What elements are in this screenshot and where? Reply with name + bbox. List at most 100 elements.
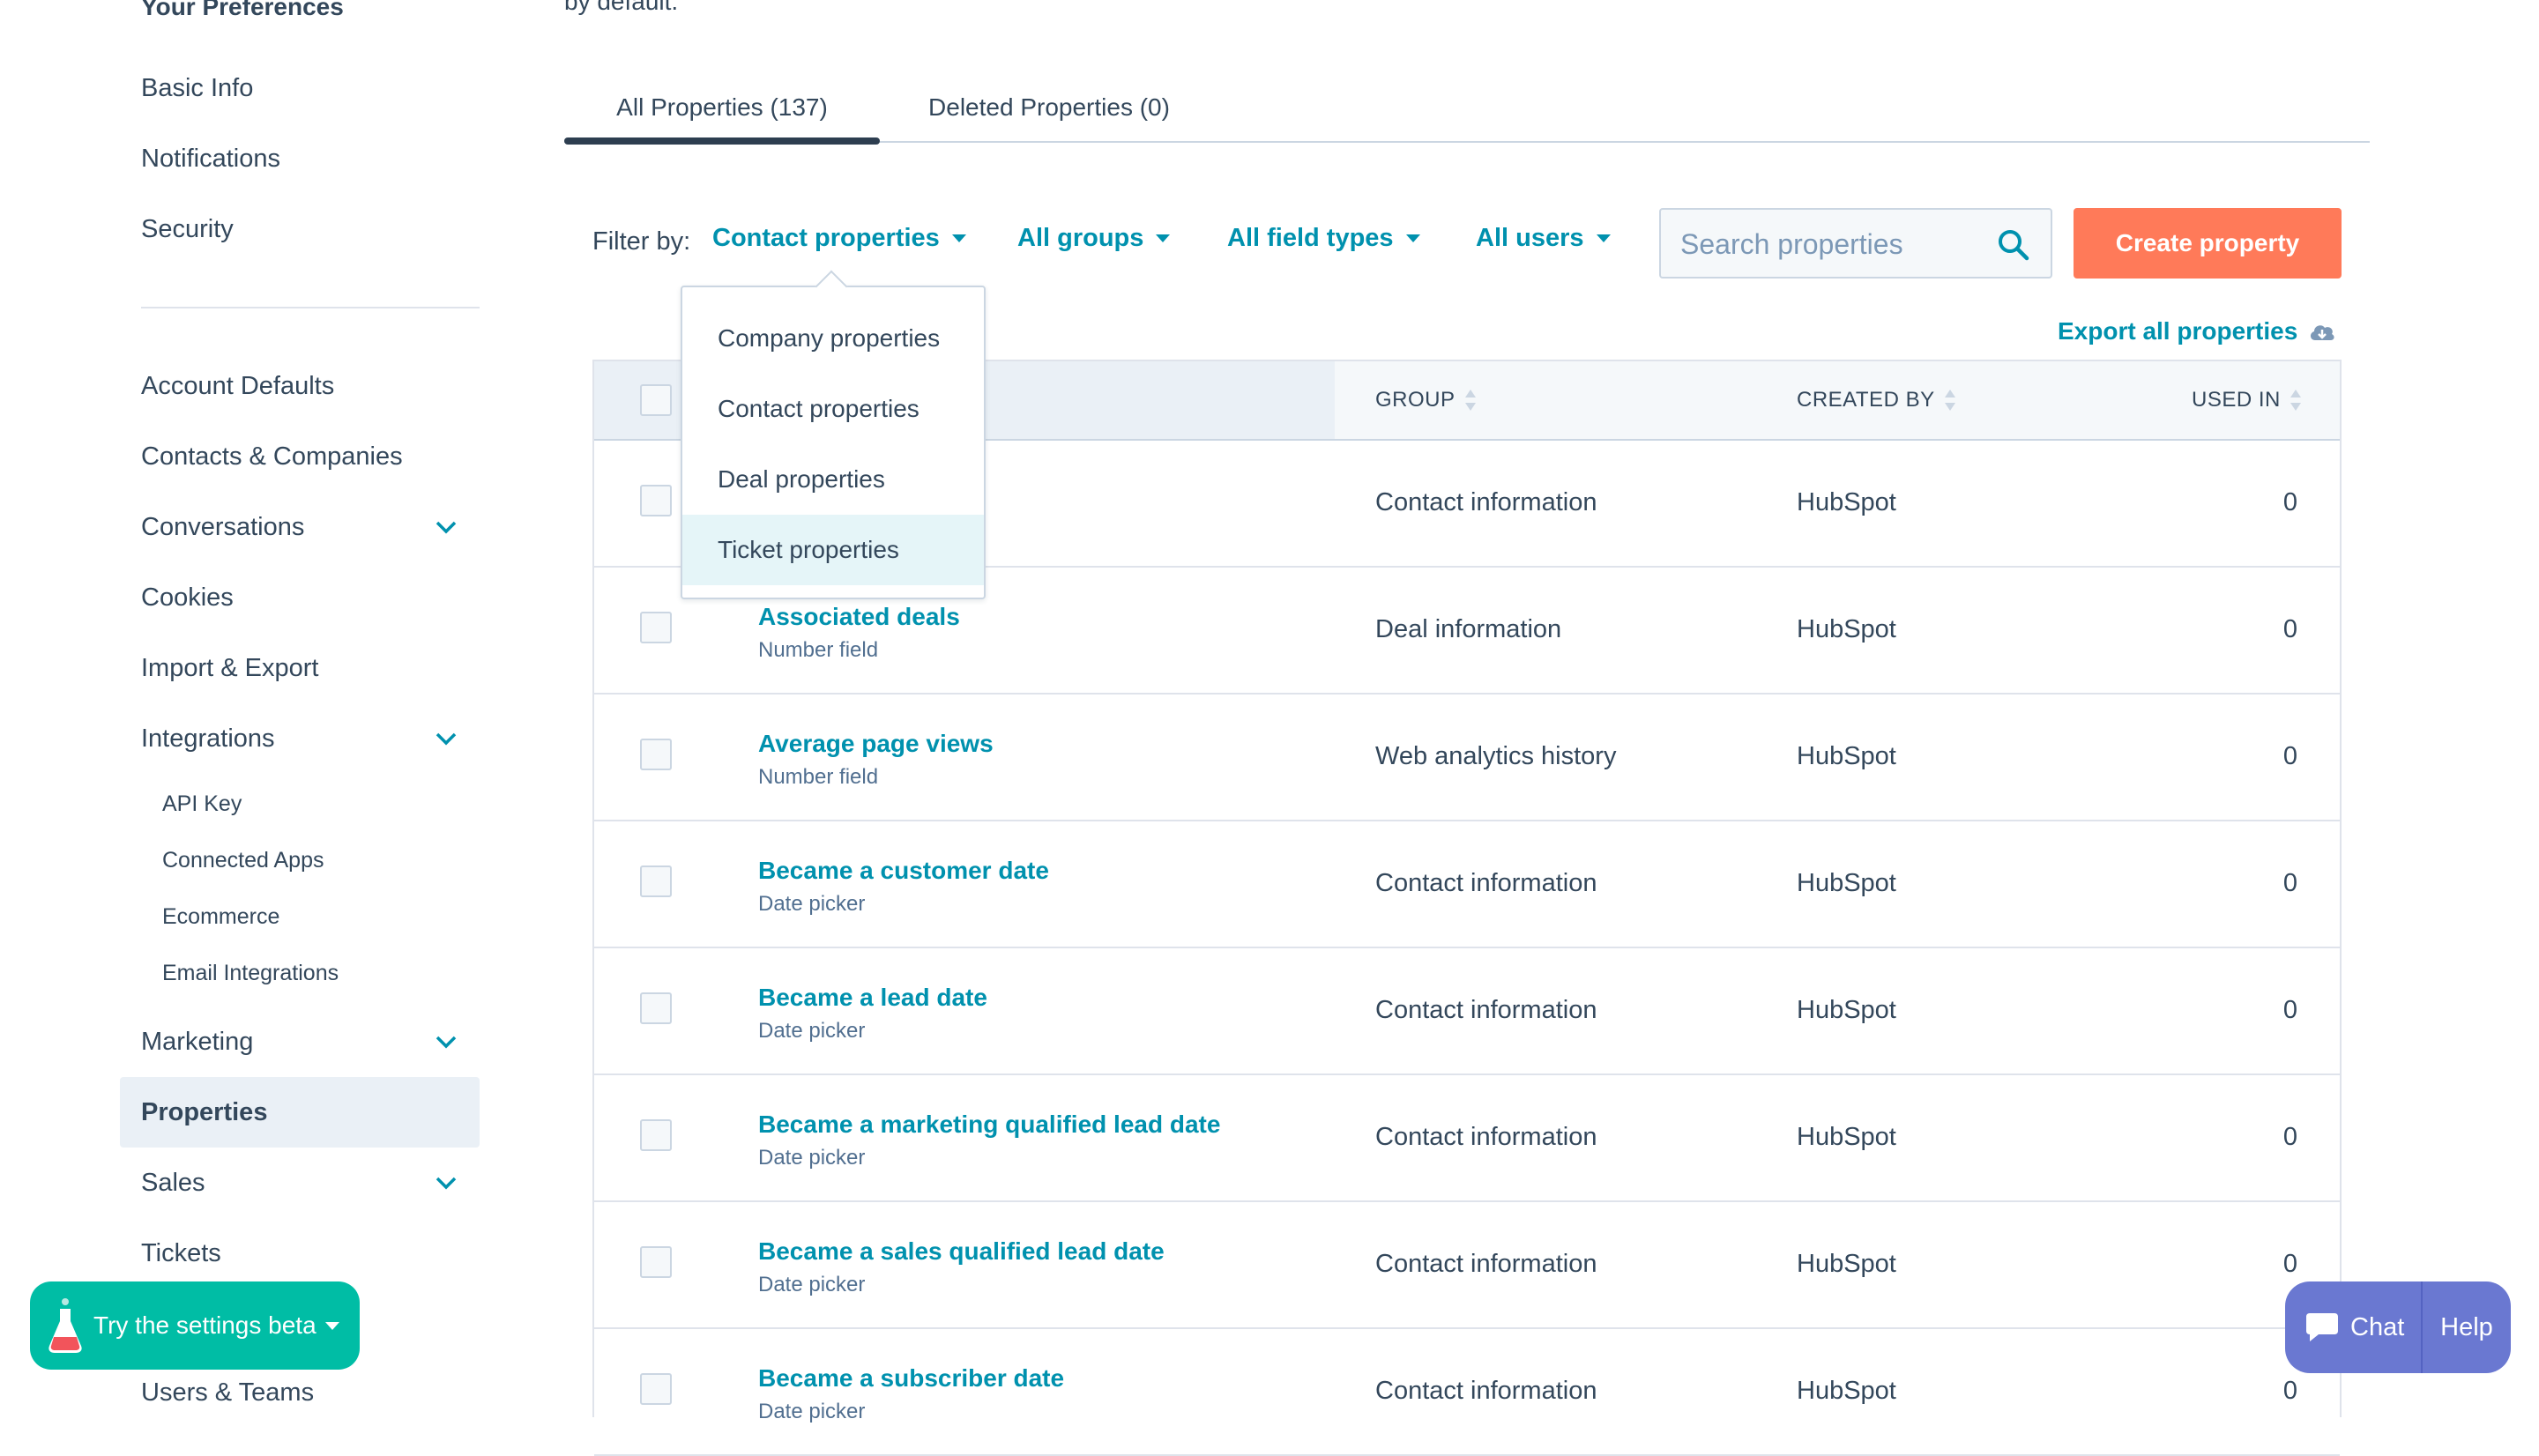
table-row: Became a subscriber date Date picker Con… [594,1327,2340,1456]
sidebar-item-conversations[interactable]: Conversations [120,492,480,562]
sidebar-subitem-email-integrations[interactable]: Email Integrations [162,947,339,999]
property-group: Contact information [1375,1377,1597,1405]
field-types-dropdown[interactable]: All field types [1227,224,1420,253]
property-group: Contact information [1375,1250,1597,1278]
column-header-label: CREATED BY [1797,388,1935,412]
property-field-type: Date picker [758,1400,866,1423]
row-checkbox[interactable] [640,485,672,516]
menu-item-label: Deal properties [718,465,885,493]
sidebar-item-label: Contacts & Companies [141,442,403,471]
property-field-type: Number field [758,638,879,662]
used-in-column-header[interactable]: USED IN [2192,361,2302,439]
sidebar-item-notifications[interactable]: Notifications [120,123,480,194]
table-row: Became a sales qualified lead date Date … [594,1200,2340,1329]
tab-deleted-properties[interactable]: Deleted Properties (0) [912,71,1187,145]
property-name-link[interactable]: Became a marketing qualified lead date [758,1111,1220,1139]
property-used-in: 0 [2282,615,2297,643]
property-name-link[interactable]: Average page views [758,730,994,758]
sidebar-item-sales[interactable]: Sales [120,1148,480,1218]
chevron-down-icon[interactable] [434,1031,458,1052]
property-name-link[interactable]: Became a sales qualified lead date [758,1237,1165,1266]
sidebar-subitem-label: API Key [162,791,242,816]
row-checkbox[interactable] [640,1246,672,1278]
sidebar-item-marketing[interactable]: Marketing [120,1007,480,1077]
search-input[interactable] [1679,222,1982,266]
sidebar-item-cookies[interactable]: Cookies [120,562,480,633]
object-type-menu: Company properties Contact properties De… [681,270,986,599]
property-used-in: 0 [2282,1250,2297,1278]
sidebar-item-tickets[interactable]: Tickets [120,1218,480,1289]
row-checkbox[interactable] [640,992,672,1024]
search-icon[interactable] [1996,227,2031,263]
property-name-link[interactable]: Became a lead date [758,984,987,1012]
created-by-column-header[interactable]: CREATED BY [1797,361,1956,439]
property-name-link[interactable]: Became a subscriber date [758,1364,1064,1393]
intro-text: by default. [564,0,679,15]
active-tab-indicator [564,137,880,145]
create-property-button[interactable]: Create property [2074,208,2342,279]
caret-down-icon [1405,234,1420,242]
table-row: Became a customer date Date picker Conta… [594,820,2340,948]
search-properties-box[interactable] [1659,208,2052,279]
sidebar-item-contacts-companies[interactable]: Contacts & Companies [120,421,480,492]
menu-item-label: Company properties [718,324,941,352]
sidebar-item-label: Security [141,214,234,243]
caret-down-icon [1596,234,1611,242]
sidebar-item-import-export[interactable]: Import & Export [120,633,480,703]
row-checkbox[interactable] [640,739,672,770]
row-checkbox[interactable] [640,1373,672,1405]
menu-item-contact-properties[interactable]: Contact properties [682,374,984,444]
property-field-type: Date picker [758,1273,866,1296]
menu-item-deal-properties[interactable]: Deal properties [682,444,984,515]
chat-button[interactable]: Chat [2285,1281,2421,1373]
property-group: Web analytics history [1375,742,1617,770]
sidebar-item-security[interactable]: Security [120,194,480,264]
caret-down-icon [951,234,966,242]
property-name-link[interactable]: Became a customer date [758,857,1049,885]
sidebar-item-label: Cookies [141,583,234,612]
object-type-dropdown[interactable]: Contact properties [712,224,966,253]
caret-down-icon [1156,234,1171,242]
property-name-link[interactable]: Associated deals [758,603,960,631]
property-created-by: HubSpot [1797,488,1896,516]
property-tabs: All Properties (137) Deleted Properties … [564,71,2370,145]
menu-item-company-properties[interactable]: Company properties [682,303,984,374]
column-header-label: USED IN [2192,388,2281,412]
sidebar-item-properties[interactable]: Properties [120,1077,480,1148]
group-column-header[interactable]: GROUP [1375,361,1477,439]
export-all-properties-link[interactable]: Export all properties [2058,317,2336,345]
sidebar-item-basic-info[interactable]: Basic Info [120,53,480,123]
chevron-down-icon[interactable] [434,1172,458,1193]
property-used-in: 0 [2282,488,2297,516]
table-row: Became a lead date Date picker Contact i… [594,947,2340,1075]
tab-all-properties[interactable]: All Properties (137) [564,71,880,145]
menu-item-label: Ticket properties [718,536,899,563]
sidebar-item-integrations[interactable]: Integrations [120,703,480,774]
row-checkbox[interactable] [640,865,672,897]
settings-beta-button[interactable]: Try the settings beta [30,1281,360,1370]
cloud-download-icon [2311,325,2334,340]
chat-help-widget: Chat Help [2285,1281,2511,1373]
help-button[interactable]: Help [2423,1281,2511,1373]
sidebar-item-account-defaults[interactable]: Account Defaults [120,351,480,421]
select-all-checkbox[interactable] [640,384,672,416]
property-group: Contact information [1375,869,1597,897]
sidebar-subitem-ecommerce[interactable]: Ecommerce [162,890,279,943]
chevron-down-icon[interactable] [434,728,458,749]
row-checkbox[interactable] [640,612,672,643]
property-field-type: Number field [758,765,879,789]
sidebar-subitem-api-key[interactable]: API Key [162,777,242,830]
chevron-down-icon[interactable] [434,516,458,538]
sidebar-heading: Your Preferences [141,0,344,20]
sidebar-item-label: Conversations [141,512,305,541]
row-checkbox[interactable] [640,1119,672,1151]
users-dropdown[interactable]: All users [1476,224,1611,253]
menu-item-label: Contact properties [718,395,920,422]
sidebar-item-label: Basic Info [141,73,254,102]
menu-item-ticket-properties[interactable]: Ticket properties [682,515,984,585]
groups-dropdown[interactable]: All groups [1017,224,1171,253]
sidebar-subitem-connected-apps[interactable]: Connected Apps [162,834,324,887]
property-group: Contact information [1375,1123,1597,1151]
property-created-by: HubSpot [1797,615,1896,643]
sidebar-item-label: Integrations [141,724,275,753]
